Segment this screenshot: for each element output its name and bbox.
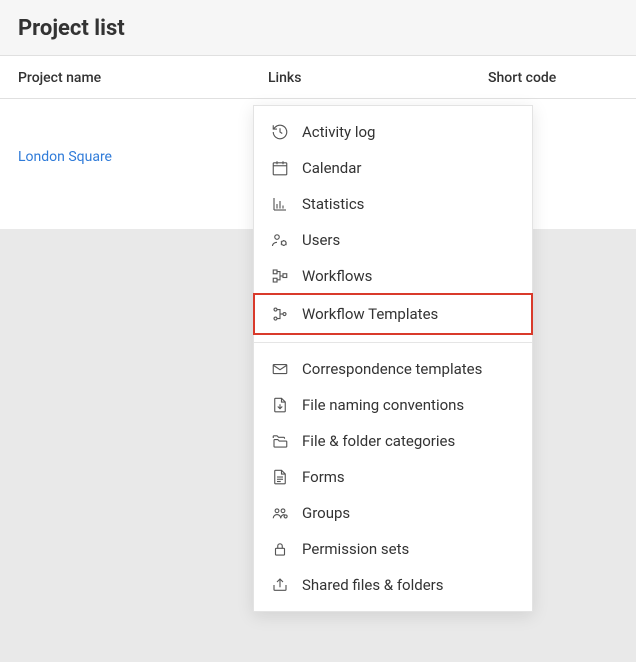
header: Project list <box>0 0 636 56</box>
calendar-icon <box>270 158 290 178</box>
menu-label: Activity log <box>302 123 375 141</box>
mail-icon <box>270 359 290 379</box>
history-icon <box>270 122 290 142</box>
menu-label: Workflows <box>302 267 372 285</box>
table-header-row: Project name Links Short code <box>0 56 636 99</box>
groups-icon <box>270 503 290 523</box>
menu-label: Users <box>302 231 340 249</box>
menu-item-forms[interactable]: Forms <box>254 459 532 495</box>
users-icon <box>270 230 290 250</box>
menu-label: Statistics <box>302 195 364 213</box>
menu-label: Calendar <box>302 159 362 177</box>
col-header-name[interactable]: Project name <box>18 70 268 86</box>
menu-label: Permission sets <box>302 540 409 558</box>
folders-icon <box>270 431 290 451</box>
menu-item-file-naming[interactable]: File naming conventions <box>254 387 532 423</box>
menu-item-correspondence-templates[interactable]: Correspondence templates <box>254 351 532 387</box>
menu-item-groups[interactable]: Groups <box>254 495 532 531</box>
menu-label: Forms <box>302 468 345 486</box>
menu-item-calendar[interactable]: Calendar <box>254 150 532 186</box>
project-name-link[interactable]: London Square <box>18 149 268 165</box>
col-header-code[interactable]: Short code <box>488 70 618 86</box>
page-title: Project list <box>18 16 618 41</box>
dropdown-section-2: Correspondence templates File naming con… <box>254 343 532 611</box>
menu-label: File naming conventions <box>302 396 464 414</box>
menu-item-shared-files[interactable]: Shared files & folders <box>254 567 532 603</box>
links-dropdown: Activity log Calendar Statistics Users W <box>253 105 533 612</box>
menu-label: Groups <box>302 504 350 522</box>
stats-icon <box>270 194 290 214</box>
menu-item-workflow-templates[interactable]: Workflow Templates <box>254 294 532 334</box>
col-header-links[interactable]: Links <box>268 70 488 86</box>
form-icon <box>270 467 290 487</box>
menu-item-permission-sets[interactable]: Permission sets <box>254 531 532 567</box>
menu-item-activity-log[interactable]: Activity log <box>254 114 532 150</box>
menu-label: File & folder categories <box>302 432 455 450</box>
menu-label: Correspondence templates <box>302 360 482 378</box>
menu-item-file-folder-categories[interactable]: File & folder categories <box>254 423 532 459</box>
menu-item-users[interactable]: Users <box>254 222 532 258</box>
workflow-templates-icon <box>270 304 290 324</box>
menu-label: Workflow Templates <box>302 305 438 323</box>
workflows-icon <box>270 266 290 286</box>
menu-item-workflows[interactable]: Workflows <box>254 258 532 294</box>
file-icon <box>270 395 290 415</box>
dropdown-section-1: Activity log Calendar Statistics Users W <box>254 106 532 342</box>
menu-item-statistics[interactable]: Statistics <box>254 186 532 222</box>
share-icon <box>270 575 290 595</box>
lock-icon <box>270 539 290 559</box>
menu-label: Shared files & folders <box>302 576 444 594</box>
